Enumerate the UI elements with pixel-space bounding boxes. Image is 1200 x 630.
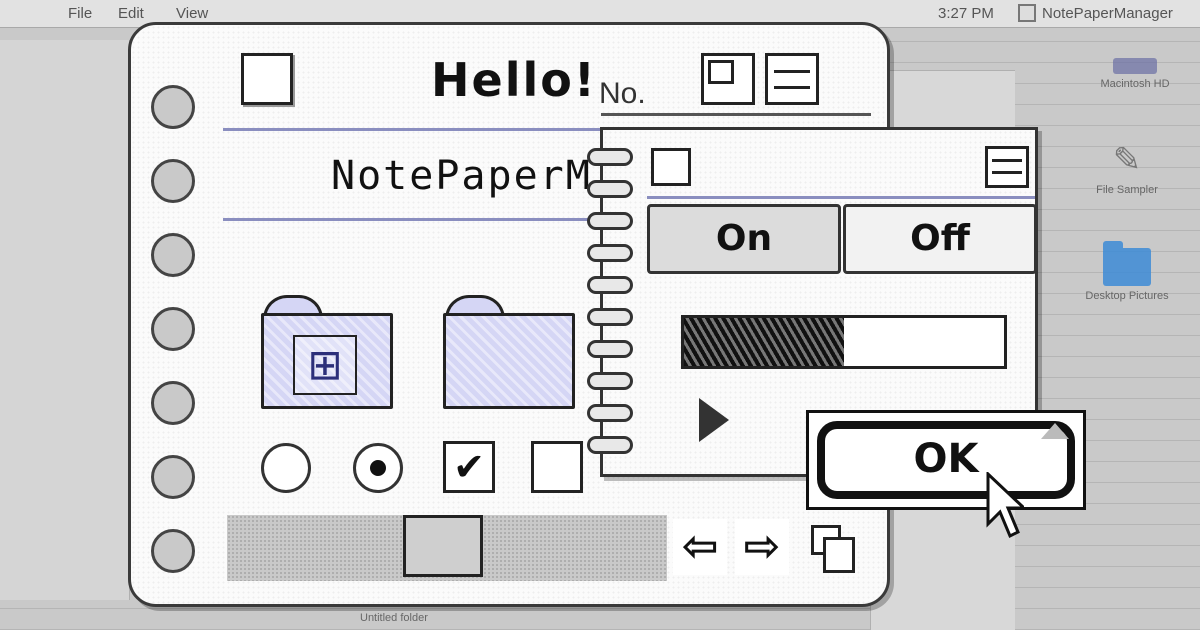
spiral-coil — [587, 276, 633, 294]
desktop-icon-file-sampler[interactable]: ✎ File Sampler — [1062, 140, 1192, 196]
spiral-coil — [587, 308, 633, 326]
segment-on-button[interactable]: On — [647, 204, 841, 274]
resize-grow-box[interactable] — [807, 521, 861, 577]
segment-off-button[interactable]: Off — [843, 204, 1037, 274]
number-label: No. — [599, 77, 646, 110]
radio-button-selected[interactable] — [353, 443, 403, 493]
close-box[interactable] — [241, 53, 293, 105]
punch-hole — [151, 529, 195, 573]
spiral-coil — [587, 404, 633, 422]
ruled-line — [647, 196, 1035, 199]
document-icon: ⊞ — [293, 335, 357, 395]
menu-file[interactable]: File — [68, 5, 92, 22]
punch-hole — [151, 307, 195, 351]
spiral-coil — [587, 340, 633, 358]
folder-with-document[interactable]: ⊞ — [261, 295, 393, 409]
palette-close-box[interactable] — [651, 148, 691, 186]
menu-edit[interactable]: Edit — [118, 5, 144, 22]
ok-button[interactable]: OK — [817, 421, 1075, 499]
radio-button-unselected[interactable] — [261, 443, 311, 493]
disclosure-triangle-icon[interactable] — [699, 398, 729, 442]
disk-icon — [1113, 58, 1157, 74]
folder-icon[interactable] — [443, 295, 575, 409]
radio-dot — [370, 460, 386, 476]
folder-icon — [1103, 241, 1151, 286]
scroll-left-arrow-icon[interactable]: ⇦ — [673, 519, 727, 575]
window-title: Hello! — [431, 53, 597, 107]
palette-collapse-box[interactable] — [985, 146, 1029, 188]
folder-body — [443, 313, 575, 409]
punch-hole — [151, 381, 195, 425]
checkbox-checked[interactable]: ✔ — [443, 441, 495, 493]
checkbox-unchecked[interactable] — [531, 441, 583, 493]
punch-hole — [151, 85, 195, 129]
scan-icon: ✎ — [1112, 141, 1142, 179]
spiral-coil — [587, 148, 633, 166]
desktop-icon-label: Desktop Pictures — [1085, 290, 1169, 302]
scroll-thumb[interactable] — [403, 515, 483, 577]
text-field[interactable]: NotePaperM — [331, 153, 592, 199]
punch-hole — [151, 159, 195, 203]
zoom-icon — [708, 60, 734, 84]
horizontal-scrollbar[interactable] — [227, 515, 667, 581]
app-icon — [1018, 4, 1036, 22]
menu-view[interactable]: View — [176, 5, 208, 22]
spiral-coil — [587, 212, 633, 230]
progress-fill — [684, 318, 844, 366]
default-button-frame: OK — [806, 410, 1086, 510]
desktop-icon-label: File Sampler — [1096, 184, 1158, 196]
spiral-coil — [587, 436, 633, 454]
application-menu[interactable]: NotePaperManager — [1018, 4, 1173, 22]
number-field[interactable] — [601, 113, 871, 116]
scroll-right-arrow-icon[interactable]: ⇨ — [735, 519, 789, 575]
collapse-box[interactable] — [765, 53, 819, 105]
punch-hole — [151, 233, 195, 277]
zoom-box[interactable] — [701, 53, 755, 105]
spiral-coil — [587, 372, 633, 390]
menu-clock[interactable]: 3:27 PM — [938, 5, 994, 22]
spiral-coil — [587, 180, 633, 198]
corner-fold-icon — [1041, 423, 1069, 439]
background-list-item[interactable]: Untitled folder — [360, 612, 428, 624]
desktop-icon-desktop-pictures[interactable]: Desktop Pictures — [1062, 241, 1192, 302]
desktop-icon-label: Macintosh HD — [1100, 78, 1170, 90]
desktop-icon-macintosh-hd[interactable]: Macintosh HD — [1070, 58, 1200, 90]
mouse-pointer-icon — [986, 472, 1024, 539]
punch-hole — [151, 455, 195, 499]
application-menu-label: NotePaperManager — [1042, 4, 1173, 22]
spiral-coil — [587, 244, 633, 262]
progress-bar — [681, 315, 1007, 369]
background-window-left[interactable] — [0, 40, 130, 600]
